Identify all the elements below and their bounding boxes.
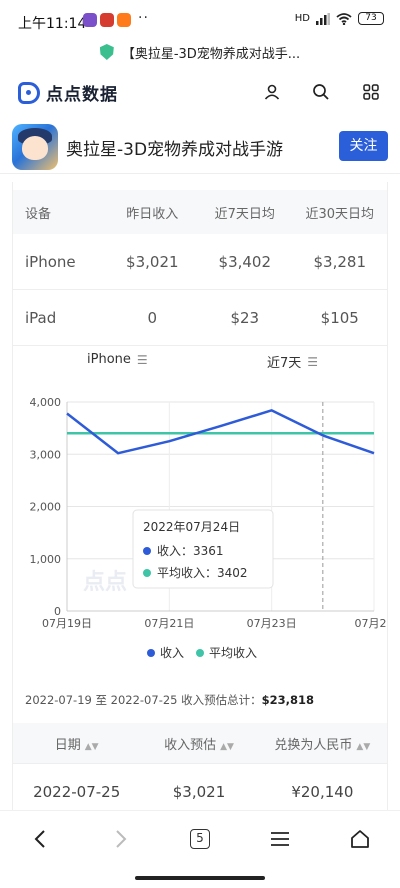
sort-icon: ▲▼ xyxy=(356,741,371,752)
y-tick-label: 3,000 xyxy=(30,448,62,461)
status-right: HD 73 xyxy=(295,12,384,25)
legend-label: 平均收入 xyxy=(209,646,257,660)
tooltip-date: 2022年07月24日 xyxy=(143,520,240,534)
tooltip-dot xyxy=(143,547,151,555)
cell-rmb: ¥20,140 xyxy=(291,782,354,801)
table-row: iPhone $3,021 $3,402 $3,281 xyxy=(13,234,387,290)
status-time: 上午11:14 xyxy=(18,16,87,32)
device-selector-label: iPhone xyxy=(87,352,131,367)
home-button[interactable] xyxy=(340,823,380,855)
cell-device: iPad xyxy=(25,308,57,327)
summary-text: 2022-07-19 至 2022-07-25 收入预估总计： xyxy=(25,693,262,707)
cell-yesterday: $3,021 xyxy=(126,252,179,271)
grid-icon xyxy=(363,84,379,100)
cell-revenue: $3,021 xyxy=(172,782,226,801)
url-bar[interactable]: 【奥拉星-3D宠物养成对战手... xyxy=(0,40,400,64)
col-yesterday: 昨日收入 xyxy=(126,206,179,222)
user-button[interactable] xyxy=(256,76,288,108)
app-notification-icon xyxy=(83,13,97,27)
cell-30day-avg: $105 xyxy=(320,308,359,327)
period-selector[interactable]: 近7天 ☰ xyxy=(267,352,319,372)
sort-icon: ▲▼ xyxy=(220,741,234,752)
logo-mark-icon xyxy=(18,81,40,104)
forward-button[interactable] xyxy=(101,823,141,855)
page-title: 【奥拉星-3D宠物养成对战手... xyxy=(121,46,301,62)
cell-yesterday: 0 xyxy=(147,308,158,327)
cell-device: iPhone xyxy=(25,252,76,271)
y-tick-label: 4,000 xyxy=(30,396,62,409)
app-icon[interactable] xyxy=(12,124,58,170)
cell-date: 2022-07-25 xyxy=(33,782,121,801)
back-button[interactable] xyxy=(20,823,60,855)
tooltip-value: 平均收入：3402 xyxy=(157,566,248,580)
secure-shield-icon xyxy=(99,44,114,60)
status-bar: 上午11:14 ·· HD 73 xyxy=(0,0,400,40)
revenue-card: 设备 昨日收入 近7天日均 近30天日均 iPhone $3,021 $3,40… xyxy=(12,182,388,810)
col-rmb-label: 兑换为人民币 xyxy=(274,737,353,753)
follow-button[interactable]: 关注 xyxy=(339,131,388,161)
x-tick-label: 07月21日 xyxy=(144,617,194,630)
tooltip-dot xyxy=(143,569,151,577)
tabs-button[interactable]: 5 xyxy=(180,823,220,855)
summary-line: 2022-07-19 至 2022-07-25 收入预估总计：$23,818 xyxy=(25,692,314,708)
y-tick-label: 2,000 xyxy=(30,501,62,514)
period-selector-label: 近7天 xyxy=(267,356,302,371)
device-table-header: 设备 昨日收入 近7天日均 近30天日均 xyxy=(13,190,387,234)
browser-bottom-nav: 5 xyxy=(0,810,400,866)
watermark-text: 点点 xyxy=(83,569,127,595)
legend-dot xyxy=(196,649,204,657)
col-rmb[interactable]: 兑换为人民币 ▲▼ xyxy=(258,734,387,753)
menu-icon: ☰ xyxy=(136,352,148,367)
more-notifications-icon: ·· xyxy=(138,10,149,26)
search-button[interactable] xyxy=(305,76,337,108)
site-header: 点点数据 xyxy=(0,70,400,114)
app-info-row: 奥拉星-3D宠物养成对战手游 关注 xyxy=(0,120,400,174)
app-notification-icon xyxy=(100,13,114,27)
daily-table-header: 日期 ▲▼ 收入预估 ▲▼ 兑换为人民币 ▲▼ xyxy=(13,723,387,763)
home-icon xyxy=(351,830,369,848)
battery-icon: 73 xyxy=(358,12,384,25)
col-device: 设备 xyxy=(25,206,52,222)
back-arrow-icon xyxy=(34,830,45,848)
cell-7day-avg: $23 xyxy=(230,308,260,327)
tabs-count-icon: 5 xyxy=(190,829,210,849)
table-row: iPad 0 $23 $105 xyxy=(13,290,387,346)
col-revenue-estimate[interactable]: 收入预估 ▲▼ xyxy=(140,734,257,753)
series-line xyxy=(66,409,375,455)
col-date[interactable]: 日期 ▲▼ xyxy=(13,734,140,753)
device-selector[interactable]: iPhone ☰ xyxy=(87,352,148,367)
app-title: 奥拉星-3D宠物养成对战手游 xyxy=(66,140,284,160)
hamburger-menu-icon xyxy=(271,832,289,846)
col-revenue-label: 收入预估 xyxy=(164,737,217,753)
legend-dot xyxy=(147,649,155,657)
x-tick-label: 07月23日 xyxy=(247,617,297,630)
search-icon xyxy=(313,84,329,100)
tooltip-value: 收入：3361 xyxy=(157,544,224,558)
legend-label: 收入 xyxy=(160,646,184,660)
menu-button[interactable] xyxy=(260,823,300,855)
menu-grid-button[interactable] xyxy=(355,76,387,108)
logo-text: 点点数据 xyxy=(46,85,118,105)
y-tick-label: 1,000 xyxy=(30,553,62,566)
signal-icon xyxy=(316,12,330,25)
x-tick-label: 07月25 xyxy=(355,617,389,630)
home-indicator xyxy=(135,876,265,880)
summary-total: $23,818 xyxy=(261,693,315,707)
site-logo[interactable]: 点点数据 xyxy=(18,80,118,105)
col-30day-avg: 近30天日均 xyxy=(305,206,375,222)
menu-icon: ☰ xyxy=(307,354,319,369)
col-7day-avg: 近7天日均 xyxy=(214,206,275,222)
cell-30day-avg: $3,281 xyxy=(313,252,367,271)
mi-notification-icon xyxy=(117,13,131,27)
user-icon xyxy=(264,84,280,100)
x-tick-label: 07月19日 xyxy=(42,617,92,630)
cell-7day-avg: $3,402 xyxy=(218,252,272,271)
revenue-line-chart[interactable]: 点点01,0002,0003,0004,00007月19日 07月21日 07月23… xyxy=(13,392,388,682)
sort-icon: ▲▼ xyxy=(84,741,99,752)
table-row: 2022-07-25 $3,021 ¥20,140 xyxy=(13,763,387,810)
network-type: HD xyxy=(294,13,310,24)
col-date-label: 日期 xyxy=(54,737,81,753)
forward-arrow-icon xyxy=(116,830,127,848)
wifi-icon xyxy=(336,12,352,25)
